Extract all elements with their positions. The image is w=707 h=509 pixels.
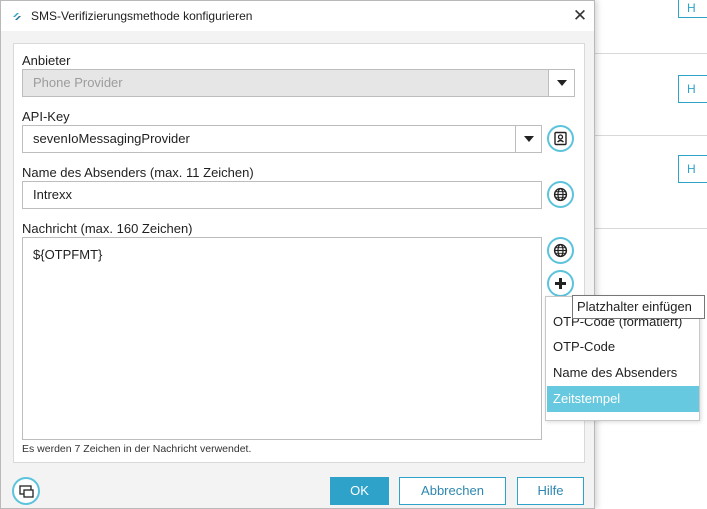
background-button-3[interactable]: H <box>678 155 707 183</box>
api-key-label: API-Key <box>22 109 70 124</box>
background-divider <box>595 135 707 136</box>
provider-value: Phone Provider <box>33 75 123 90</box>
background-button-1[interactable]: H <box>678 0 707 18</box>
sender-value: Intrexx <box>33 187 73 202</box>
insert-placeholder-tooltip: Platzhalter einfügen <box>572 295 705 319</box>
key-icon <box>554 131 567 146</box>
provider-select: Phone Provider <box>22 69 575 97</box>
title-bar: SMS-Verifizierungsmethode konfigurieren … <box>1 1 594 31</box>
api-key-manage-button[interactable] <box>547 125 574 152</box>
sender-input[interactable]: Intrexx <box>22 181 542 209</box>
background-divider <box>595 228 707 229</box>
globe-icon <box>553 187 568 202</box>
background-button-label: H <box>687 1 696 15</box>
api-key-dropdown-button[interactable] <box>515 126 541 152</box>
message-label: Nachricht (max. 160 Zeichen) <box>22 221 193 236</box>
api-key-select[interactable]: sevenIoMessagingProvider <box>22 125 542 153</box>
message-translate-button[interactable] <box>547 237 574 264</box>
provider-label: Anbieter <box>22 53 71 68</box>
sms-config-dialog: SMS-Verifizierungsmethode konfigurieren … <box>0 0 595 509</box>
screen-icon <box>18 484 34 498</box>
background-button-label: H <box>687 82 696 96</box>
character-count-hint: Es werden 7 Zeichen in der Nachricht ver… <box>22 443 252 455</box>
placeholder-item-timestamp[interactable]: Zeitstempel <box>547 386 699 412</box>
sender-translate-button[interactable] <box>547 181 574 208</box>
dialog-title: SMS-Verifizierungsmethode konfigurieren <box>31 9 253 23</box>
background-button-2[interactable]: H <box>678 75 707 103</box>
globe-icon <box>553 243 568 258</box>
message-textarea[interactable]: ${OTPFMT} <box>22 237 542 440</box>
placeholder-item-otp-code[interactable]: OTP-Code <box>547 334 699 360</box>
placeholder-item-sender-name[interactable]: Name des Absenders <box>547 360 699 386</box>
message-value: ${OTPFMT} <box>33 247 103 262</box>
background-divider <box>595 53 707 54</box>
close-icon: ✕ <box>572 6 588 25</box>
app-logo-icon <box>13 13 21 20</box>
insert-placeholder-button[interactable] <box>547 270 574 297</box>
chevron-down-icon <box>556 80 567 86</box>
chevron-down-icon <box>523 136 534 142</box>
footer-display-button[interactable] <box>12 477 40 505</box>
help-button[interactable]: Hilfe <box>517 477 584 505</box>
cancel-button[interactable]: Abbrechen <box>399 477 506 505</box>
provider-dropdown-button[interactable] <box>548 70 574 96</box>
api-key-value: sevenIoMessagingProvider <box>33 131 190 146</box>
sender-label: Name des Absenders (max. 11 Zeichen) <box>22 165 254 180</box>
background-button-label: H <box>687 162 696 176</box>
plus-icon <box>555 278 566 289</box>
ok-button[interactable]: OK <box>330 477 389 505</box>
close-button[interactable]: ✕ <box>571 6 589 26</box>
